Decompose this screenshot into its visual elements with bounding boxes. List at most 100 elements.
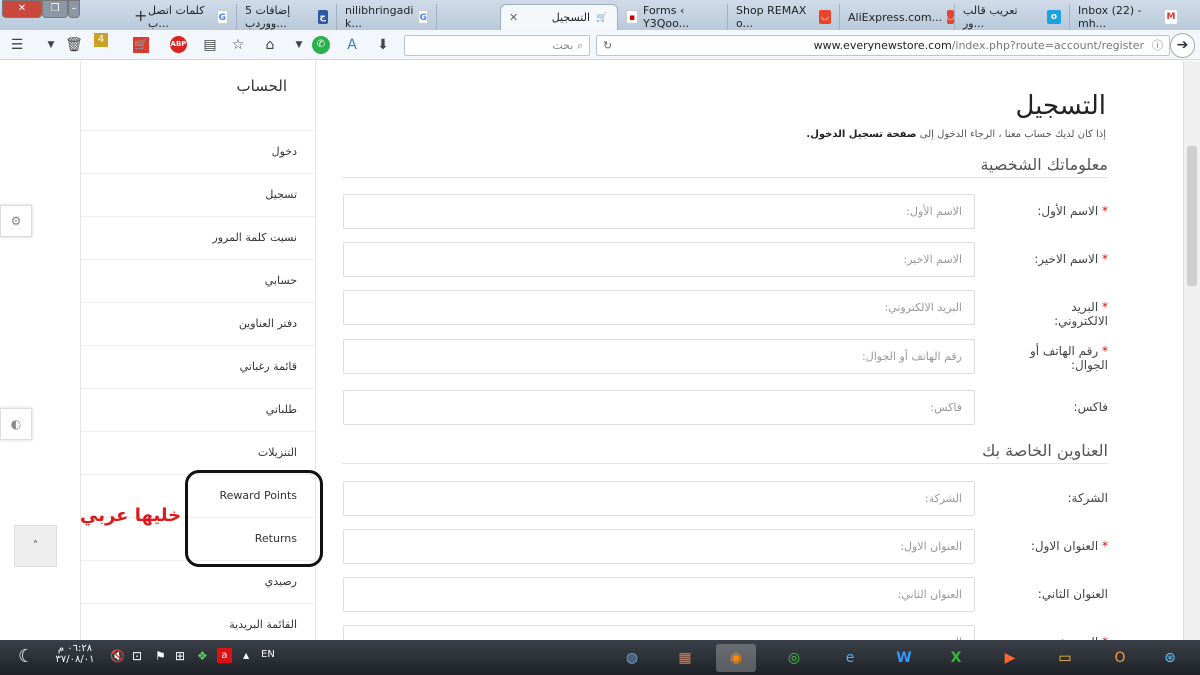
action-center-flag-icon[interactable]: ⚑ xyxy=(155,649,166,663)
scrollbar-thumb[interactable] xyxy=(1187,146,1197,286)
form-input[interactable]: الاسم الاخير: xyxy=(343,242,975,277)
night-mode-icon[interactable]: ☾ xyxy=(18,646,34,667)
bookmark-star-icon[interactable]: ☆ xyxy=(229,36,247,54)
form-input[interactable]: البريد الالكتروني: xyxy=(343,290,975,325)
sidebar-item[interactable]: قائمة رغباتي xyxy=(81,345,315,388)
label-text: العنوان الثاني: xyxy=(1037,587,1108,601)
url-bar[interactable]: ↻ www.everynewstore.com/index.php?route=a… xyxy=(596,35,1170,56)
tab[interactable]: ◡ Shop REMAX o... xyxy=(728,4,840,30)
tab-label: كلمات اتصل ب... xyxy=(148,4,205,30)
form-input[interactable]: العنوان الاول: xyxy=(343,529,975,564)
tab[interactable]: 5 إضافات ووردب... ج xyxy=(237,4,337,30)
dropdown-icon[interactable]: ▼ xyxy=(290,36,308,54)
reload-icon[interactable]: ↻ xyxy=(603,36,612,55)
antivirus-icon[interactable]: a xyxy=(217,648,232,663)
clock[interactable]: ٠٦:٢٨ م ٣٧/٠٨/٠١ xyxy=(50,643,100,665)
chrome-icon[interactable]: ◎ xyxy=(774,644,814,672)
annotation-text: خليها عربي xyxy=(80,505,182,526)
tab-label: Shop REMAX o... xyxy=(736,4,807,30)
section-personal-heading: معلوماتك الشخصية xyxy=(980,155,1108,174)
whatsapp-icon[interactable]: ✆ xyxy=(312,36,330,54)
adblock-icon[interactable]: ABP xyxy=(170,36,187,53)
sidebar-item[interactable]: طلباتي xyxy=(81,388,315,431)
close-tab-icon[interactable]: ✕ xyxy=(509,11,518,24)
tab[interactable]: ◡ AliExpress.com... xyxy=(840,4,955,30)
file-explorer-icon[interactable]: ▭ xyxy=(1045,644,1085,672)
minimize-window-button[interactable]: – xyxy=(68,0,80,18)
form-label: الشركة: xyxy=(1018,491,1108,505)
volume-muted-icon[interactable]: 🔇 xyxy=(110,649,125,663)
media-player-icon[interactable]: ▶ xyxy=(990,644,1030,672)
form-input[interactable]: المدينة: xyxy=(343,625,975,640)
contrast-icon[interactable]: ◐ xyxy=(0,408,32,440)
label-text: العنوان الاول: xyxy=(1030,539,1099,553)
restore-window-button[interactable]: ❐ xyxy=(42,0,68,18)
trash-icon[interactable]: 🗑 xyxy=(65,36,83,54)
tab[interactable]: كلمات اتصل ب... G xyxy=(140,4,237,30)
windows-start-icon[interactable]: ⊛ xyxy=(1150,644,1190,672)
word-icon[interactable]: W xyxy=(884,644,924,672)
section-address-heading: العناوين الخاصة بك xyxy=(982,441,1108,460)
outlook-icon[interactable]: O xyxy=(1100,644,1140,672)
tab[interactable]: o تعريب قالب ور... xyxy=(955,4,1070,30)
sidebar-item[interactable]: حسابي xyxy=(81,259,315,302)
aliexpress-icon: ◡ xyxy=(947,10,954,24)
dropdown-icon[interactable]: ▼ xyxy=(42,36,60,54)
sidebar-item[interactable]: التنزيلات xyxy=(81,431,315,474)
label-text: الاسم الأول: xyxy=(1037,204,1099,218)
translate-icon[interactable]: A xyxy=(343,36,361,54)
google-icon: G xyxy=(418,10,428,24)
form-input[interactable]: رقم الهاتف أو الجوال: xyxy=(343,339,975,374)
app-icon-network[interactable]: ◍ xyxy=(612,644,652,672)
extension-badge-icon[interactable]: 4 xyxy=(94,33,108,47)
form-input[interactable]: العنوان الثاني: xyxy=(343,577,975,612)
sidebar-item[interactable]: دفتر العناوين xyxy=(81,302,315,345)
security-icon[interactable]: ❖ xyxy=(197,649,208,663)
form-input[interactable]: الشركة: xyxy=(343,481,975,516)
excel-icon[interactable]: X xyxy=(936,644,976,672)
tab[interactable]: nilibhringadi k... G xyxy=(337,4,437,30)
annotation-outline xyxy=(185,470,323,567)
tab-label: 5 إضافات ووردب... xyxy=(245,4,291,30)
login-page-link[interactable]: صفحة تسجيل الدخول. xyxy=(806,129,916,140)
sidebar-item[interactable]: نسيت كلمة المرور xyxy=(81,216,315,259)
clock-date: ٣٧/٠٨/٠١ xyxy=(55,654,95,665)
settings-gear-icon[interactable]: ⚙ xyxy=(0,205,32,237)
windows-icon[interactable]: ⊞ xyxy=(175,649,185,663)
sidebar-title: الحساب xyxy=(236,77,288,95)
page-title: التسجيل xyxy=(1015,91,1106,121)
sidebar-item[interactable]: القائمة البريدية xyxy=(81,603,315,640)
required-marker: * xyxy=(1098,539,1108,553)
sidebar-item[interactable]: دخول xyxy=(81,130,315,173)
tab-active[interactable]: ✕ التسجيل 🛒 xyxy=(500,4,618,30)
site-icon: ج xyxy=(317,10,328,24)
tab-label: تعريب قالب ور... xyxy=(963,4,1018,30)
go-forward-button[interactable]: ➔ xyxy=(1170,33,1195,58)
divider xyxy=(342,463,1108,464)
tab[interactable]: M Inbox (22) - mh... xyxy=(1070,4,1185,30)
scroll-to-top-button[interactable]: ˄ xyxy=(14,525,57,567)
sidebar-item[interactable]: تسجيل xyxy=(81,173,315,216)
language-indicator[interactable]: EN xyxy=(261,649,275,660)
form-label: * الاسم الاخير: xyxy=(1018,252,1108,266)
form-input[interactable]: الاسم الأول: xyxy=(343,194,975,229)
app-icon-grid[interactable]: ▦ xyxy=(665,644,705,672)
firefox-icon[interactable]: ◉ xyxy=(716,644,756,672)
tab[interactable]: ▪ Forms ‹ Y3Qoo... xyxy=(618,4,728,30)
vertical-scrollbar[interactable] xyxy=(1183,61,1200,640)
label-text: الاسم الاخير: xyxy=(1034,252,1099,266)
internet-explorer-icon[interactable]: e xyxy=(830,644,870,672)
download-icon[interactable]: ⬇ xyxy=(374,36,392,54)
shopping-cart-icon[interactable]: 🛒 xyxy=(133,37,149,53)
network-icon[interactable]: ⊡ xyxy=(132,649,142,663)
intro-message: إذا كان لديك حساب معنا ، الرجاء الدخول إ… xyxy=(919,129,1106,140)
google-icon: G xyxy=(216,10,228,24)
search-input[interactable]: بحث ⌕ xyxy=(404,35,590,56)
home-icon[interactable]: ⌂ xyxy=(261,36,279,54)
form-input[interactable]: فاكس: xyxy=(343,390,975,425)
clipboard-icon[interactable]: ▤ xyxy=(201,36,219,54)
info-icon[interactable]: ⓘ xyxy=(1152,39,1163,52)
show-hidden-icons[interactable]: ▲ xyxy=(243,651,249,660)
close-window-button[interactable]: ✕ xyxy=(2,0,42,18)
menu-icon[interactable]: ☰ xyxy=(8,36,26,54)
